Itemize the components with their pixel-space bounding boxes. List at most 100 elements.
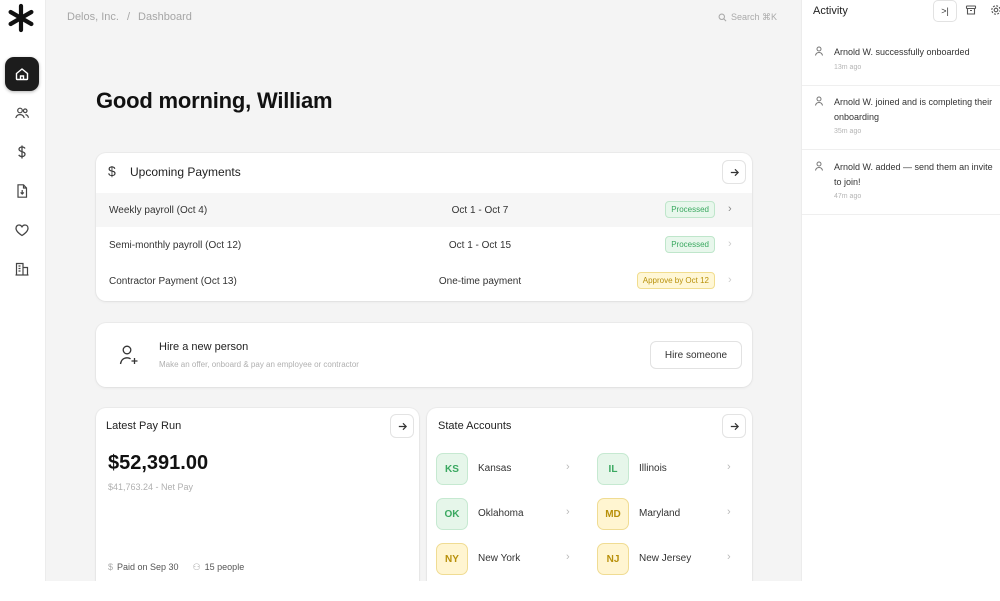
archive-icon[interactable]: [965, 4, 977, 16]
breadcrumb-org[interactable]: Delos, Inc.: [67, 11, 119, 23]
search-trigger[interactable]: Search ⌘K: [718, 12, 777, 23]
state-item[interactable]: NY New York ›: [436, 543, 576, 575]
activity-time: 35m ago: [834, 128, 862, 135]
payment-name: Semi-monthly payroll (Oct 12): [109, 240, 242, 251]
bottom-strip: [0, 581, 1000, 601]
search-icon: [718, 13, 727, 22]
hire-title: Hire a new person: [159, 341, 249, 353]
nav-home[interactable]: [5, 57, 39, 91]
state-code-badge: IL: [597, 453, 629, 485]
activity-text: Arnold W. joined and is completing their…: [834, 97, 993, 122]
upcoming-payments-open-button[interactable]: [722, 160, 746, 184]
arrow-right-icon: [730, 168, 739, 176]
state-code-badge: NY: [436, 543, 468, 575]
payment-name: Weekly payroll (Oct 4): [109, 205, 208, 216]
pay-run-amount: $52,391.00: [108, 452, 209, 474]
dollar-icon: $: [108, 562, 114, 572]
upcoming-payments-card: $ Upcoming Payments Weekly payroll (Oct …: [96, 153, 752, 301]
chevron-right-icon: ›: [727, 551, 731, 563]
state-accounts-open-button[interactable]: [722, 414, 746, 438]
state-code-badge: MD: [597, 498, 629, 530]
state-code-badge: OK: [436, 498, 468, 530]
activity-title: Activity: [813, 5, 848, 17]
breadcrumb: Delos, Inc. / Dashboard: [67, 11, 192, 23]
building-icon: [15, 262, 29, 276]
pay-run-net: $41,763.24 - Net Pay: [108, 482, 194, 492]
document-icon: [17, 184, 28, 198]
chevron-right-icon: ›: [727, 506, 731, 518]
nav-people[interactable]: [5, 96, 39, 130]
nav-benefits[interactable]: [5, 213, 39, 247]
home-icon: [15, 68, 29, 81]
state-item[interactable]: OK Oklahoma ›: [436, 498, 576, 530]
collapse-panel-button[interactable]: >|: [933, 0, 957, 22]
chevron-right-icon: ›: [566, 506, 570, 518]
hire-subtitle: Make an offer, onboard & pay an employee…: [159, 360, 359, 369]
payment-period: One-time payment: [438, 276, 522, 287]
state-item[interactable]: NJ New Jersey ›: [597, 543, 737, 575]
chevron-right-icon: ›: [728, 238, 732, 250]
arrow-right-icon: [398, 422, 407, 430]
pay-run-people-text: 15 people: [204, 562, 245, 572]
state-accounts-card: State Accounts KS Kansas › IL Illinois ›…: [427, 408, 752, 581]
activity-time: 13m ago: [834, 64, 862, 71]
status-badge: Approve by Oct 12: [636, 272, 715, 289]
breadcrumb-separator: /: [126, 11, 131, 23]
status-badge: Processed: [665, 236, 715, 253]
state-name: Illinois: [639, 463, 667, 474]
activity-item[interactable]: Arnold W. successfully onboarded 13m ago: [802, 46, 1000, 86]
activity-text: Arnold W. added — send them an invite to…: [834, 162, 993, 187]
breadcrumb-page: Dashboard: [138, 11, 192, 23]
chevron-right-icon: ›: [566, 551, 570, 563]
sidebar: [0, 0, 46, 581]
activity-item[interactable]: Arnold W. joined and is completing their…: [802, 96, 1000, 150]
pay-run-people: ⚇ 15 people: [193, 562, 245, 573]
chevron-right-icon: ›: [566, 461, 570, 473]
payment-row[interactable]: Weekly payroll (Oct 4) Oct 1 - Oct 7 Pro…: [96, 193, 752, 227]
pay-run-open-button[interactable]: [390, 414, 414, 438]
activity-item[interactable]: Arnold W. added — send them an invite to…: [802, 161, 1000, 215]
add-user-icon: [119, 345, 138, 365]
dollar-icon: $: [108, 163, 116, 179]
pay-run-title: Latest Pay Run: [106, 420, 182, 432]
upcoming-payments-title: Upcoming Payments: [130, 165, 241, 179]
page-title: Good morning, William: [96, 88, 333, 113]
state-accounts-title: State Accounts: [438, 420, 512, 432]
payment-row[interactable]: Semi-monthly payroll (Oct 12) Oct 1 - Oc…: [96, 228, 752, 262]
collapse-right-icon: >|: [941, 6, 949, 16]
chevron-right-icon: ›: [728, 203, 732, 215]
state-code-badge: NJ: [597, 543, 629, 575]
state-code-badge: KS: [436, 453, 468, 485]
state-name: Maryland: [639, 508, 681, 519]
state-name: New Jersey: [639, 553, 692, 564]
payment-period: Oct 1 - Oct 15: [448, 240, 512, 251]
state-name: Oklahoma: [478, 508, 524, 519]
gear-icon[interactable]: [990, 4, 1000, 16]
state-item[interactable]: IL Illinois ›: [597, 453, 737, 485]
state-item[interactable]: MD Maryland ›: [597, 498, 737, 530]
search-placeholder: Search ⌘K: [731, 12, 778, 22]
activity-text: Arnold W. successfully onboarded: [834, 47, 970, 57]
company-logo-icon: [8, 3, 34, 33]
payment-name: Contractor Payment (Oct 13): [109, 276, 237, 287]
nav-payroll[interactable]: [5, 135, 39, 169]
person-icon: [815, 161, 823, 171]
nav-company[interactable]: [5, 252, 39, 286]
users-icon: [15, 107, 30, 119]
nav-documents[interactable]: [5, 174, 39, 208]
hire-someone-button[interactable]: Hire someone: [650, 341, 742, 369]
hire-person-card: Hire a new person Make an offer, onboard…: [96, 323, 752, 387]
payment-row[interactable]: Contractor Payment (Oct 13) One-time pay…: [96, 264, 752, 298]
state-item[interactable]: KS Kansas ›: [436, 453, 576, 485]
main-content: Delos, Inc. / Dashboard Search ⌘K Good m…: [46, 0, 801, 581]
dollar-icon: [18, 145, 26, 159]
person-icon: ⚇: [192, 562, 201, 572]
pay-run-footer: $ Paid on Sep 30 ⚇ 15 people: [108, 562, 244, 573]
activity-panel: Activity >| Arnold W. successfully onboa…: [801, 0, 1000, 581]
latest-pay-run-card: Latest Pay Run $52,391.00 $41,763.24 - N…: [96, 408, 419, 581]
chevron-right-icon: ›: [728, 274, 732, 286]
pay-run-date: $ Paid on Sep 30: [108, 562, 179, 573]
status-badge: Processed: [665, 201, 715, 218]
person-icon: [815, 96, 823, 106]
arrow-right-icon: [730, 422, 739, 430]
